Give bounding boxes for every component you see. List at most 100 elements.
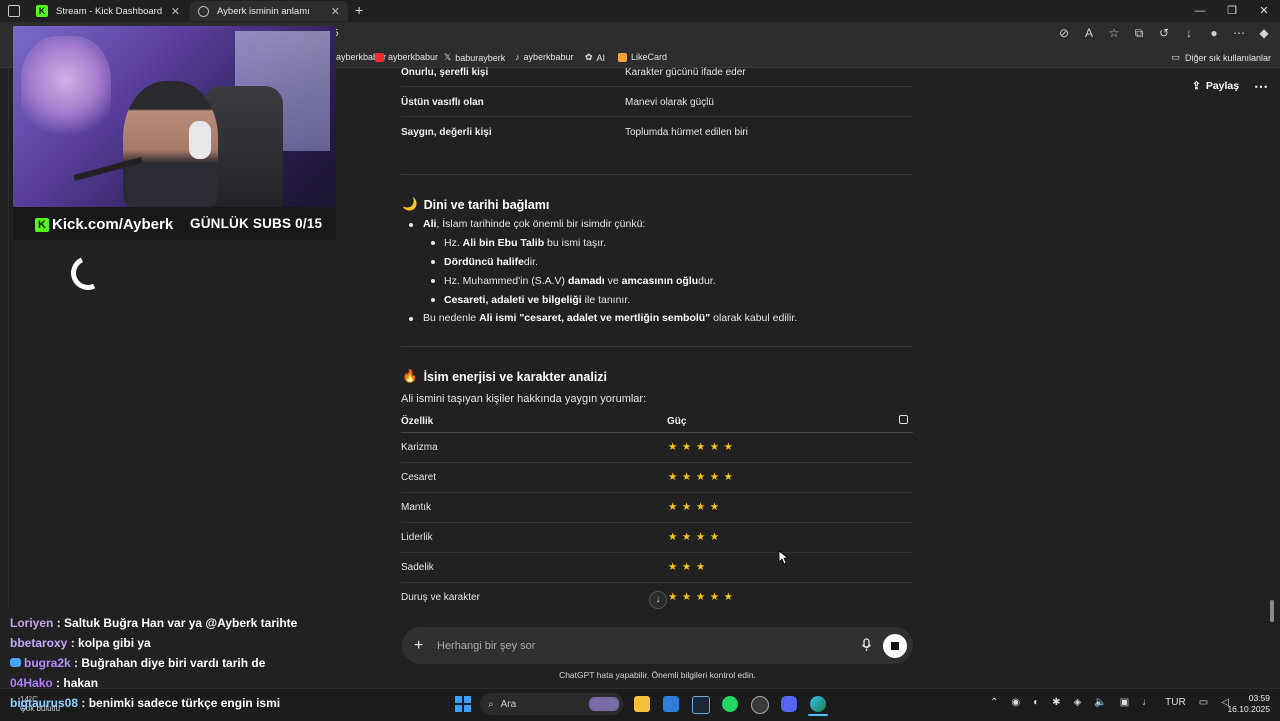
language-indicator[interactable]: TUR — [1165, 697, 1186, 708]
chat-username: bigtaurus08 — [10, 696, 79, 710]
likecard-icon — [618, 52, 627, 62]
spotify-icon[interactable] — [722, 696, 738, 712]
prompt-input[interactable]: Herhangi bir şey sor — [437, 640, 535, 652]
openai-icon: ✿ — [585, 52, 593, 62]
other-bookmarks[interactable]: ▭ Diğer sık kullanılanlar — [1171, 52, 1271, 63]
stop-generating-button[interactable] — [883, 634, 907, 658]
search-icon: ⌕ — [488, 698, 494, 710]
window-controls: — ❐ ✕ — [1184, 0, 1280, 22]
rating-stars: ★★★★ — [668, 501, 724, 513]
tracking-icon[interactable]: ⊘ — [1056, 26, 1072, 41]
close-icon[interactable]: ✕ — [171, 5, 180, 18]
menu-icon[interactable]: ⋯ — [1231, 26, 1247, 41]
list-item: Bu nedenle Ali ismi "cesaret, adalet ve … — [423, 312, 798, 324]
rating-stars: ★★★★★ — [668, 441, 738, 453]
share-icon: ⇪ — [1192, 80, 1201, 92]
folder-icon: ▭ — [1171, 52, 1180, 62]
cam-headset — [189, 121, 211, 159]
tray-app-icon[interactable]: ✱ — [1052, 697, 1060, 708]
row-divider — [401, 86, 913, 87]
trait-cell: Karizma — [401, 442, 438, 453]
youtube-icon — [375, 52, 384, 62]
tab-actions-icon[interactable] — [8, 5, 20, 17]
copy-table-icon[interactable] — [899, 415, 908, 424]
table-cell: Üstün vasıflı olan — [401, 97, 484, 108]
rating-stars: ★★★★★ — [668, 591, 738, 603]
bookmark-item[interactable]: LikeCard — [618, 52, 667, 62]
bookmark-item[interactable]: 𝕏baburayberk — [444, 52, 505, 63]
trait-cell: Sadelik — [401, 562, 434, 573]
download-icon[interactable]: ↓ — [1181, 26, 1197, 41]
network-icon[interactable]: ▭ — [1199, 697, 1208, 708]
scrollbar-thumb[interactable] — [1270, 600, 1274, 622]
chat-message: bigtaurus08 : benimki sadece türkçe engi… — [10, 696, 281, 710]
file-explorer-icon[interactable] — [634, 696, 650, 712]
section-heading: 🔥 İsim enerjisi ve karakter analizi — [402, 369, 608, 384]
list-item: Dördüncü halifedir. — [444, 256, 538, 268]
read-aloud-icon[interactable]: A — [1081, 26, 1097, 41]
table-cell: Karakter gücünü ifade eder — [625, 67, 746, 78]
row-divider — [401, 492, 913, 493]
extensions-icon[interactable]: ⧉ — [1131, 26, 1147, 41]
chevron-up-icon[interactable]: ⌃ — [990, 697, 998, 708]
bookmark-item[interactable]: ♪ ayberkbabur — [515, 52, 574, 62]
kick-handle: K Kick.com/Ayberk — [35, 216, 173, 233]
tray-steam-icon[interactable]: ◈ — [1074, 697, 1082, 708]
chat-username: Loriyen — [10, 616, 54, 630]
mic-tray-icon[interactable]: ♩ — [1142, 697, 1152, 708]
disclaimer-text: ChatGPT hata yapabilir. Önemli bilgileri… — [559, 670, 756, 680]
scroll-down-button[interactable]: ↓ — [649, 591, 667, 609]
toolbar-icons: ⊘ A ☆ ⧉ ↺ ↓ ● ⋯ ◆ — [1056, 26, 1272, 41]
list-item: Ali, İslam tarihinde çok önemli bir isim… — [423, 218, 646, 230]
windows-start-icon[interactable] — [455, 696, 471, 712]
edge-icon[interactable] — [810, 696, 826, 712]
store-icon[interactable] — [663, 696, 679, 712]
tab-chatgpt[interactable]: Ayberk isminin anlamı ✕ — [190, 1, 348, 21]
table-header-power: Güç — [667, 416, 687, 427]
taskbar-search[interactable]: ⌕ Ara — [480, 693, 623, 715]
list-item: Hz. Ali bin Ebu Talib bu ismi taşır. — [444, 237, 606, 249]
trait-cell: Liderlik — [401, 532, 433, 543]
steam-icon[interactable] — [692, 696, 710, 714]
table-header-trait: Özellik — [401, 416, 434, 427]
history-icon[interactable]: ↺ — [1156, 26, 1172, 41]
badge-icon — [10, 658, 21, 667]
maximize-icon[interactable]: ❐ — [1216, 0, 1248, 22]
new-tab-button[interactable]: + — [355, 2, 363, 18]
tray-app-icon[interactable]: ◐ — [1033, 697, 1039, 708]
tab-title: Ayberk isminin anlamı — [217, 5, 310, 17]
share-button[interactable]: ⇪ Paylaş — [1192, 80, 1239, 92]
trait-cell: Duruş ve karakter — [401, 592, 480, 603]
section-intro: Ali ismini taşıyan kişiler hakkında yayg… — [401, 393, 647, 405]
table-cell: Onurlu, şerefli kişi — [401, 67, 489, 78]
microphone-icon[interactable] — [861, 638, 872, 652]
volume-icon[interactable]: 🔈 — [1094, 697, 1106, 708]
daily-subs-goal: GÜNLÜK SUBS 0/15 — [190, 216, 323, 231]
rating-stars: ★★★ — [668, 561, 710, 573]
tab-kick-dashboard[interactable]: K Stream - Kick Dashboard ✕ — [28, 1, 188, 21]
taskbar-clock[interactable]: 03:59 16.10.2025 — [1225, 693, 1270, 715]
minimize-icon[interactable]: — — [1184, 0, 1216, 22]
trait-cell: Mantık — [401, 502, 432, 513]
row-divider — [401, 432, 913, 433]
favorite-star-icon[interactable]: ☆ — [1106, 26, 1122, 41]
discord-icon[interactable] — [781, 696, 797, 712]
profile-icon[interactable]: ● — [1206, 26, 1222, 41]
mouse-cursor — [778, 550, 788, 565]
close-icon[interactable]: ✕ — [331, 5, 340, 18]
tray-app-icon[interactable]: ◉ — [1011, 697, 1020, 708]
more-options-button[interactable]: ⋯ — [1254, 78, 1268, 95]
add-attachment-button[interactable]: + — [414, 637, 423, 655]
section-heading: 🌙 Dini ve tarihi bağlamı — [402, 197, 550, 212]
bookmark-item[interactable]: ayberkbabur — [375, 52, 438, 62]
chatgpt-app-icon[interactable] — [751, 696, 769, 714]
x-icon: 𝕏 — [444, 52, 452, 62]
tray-app-icon[interactable]: ▣ — [1120, 697, 1129, 708]
kick-favicon-icon: K — [36, 5, 48, 17]
bookmark-item[interactable]: ✿ AI — [585, 52, 605, 63]
close-window-icon[interactable]: ✕ — [1248, 0, 1280, 22]
trait-cell: Cesaret — [401, 472, 437, 483]
globe-icon — [198, 5, 209, 17]
panel-divider — [8, 67, 9, 607]
copilot-icon[interactable]: ◆ — [1256, 26, 1272, 41]
